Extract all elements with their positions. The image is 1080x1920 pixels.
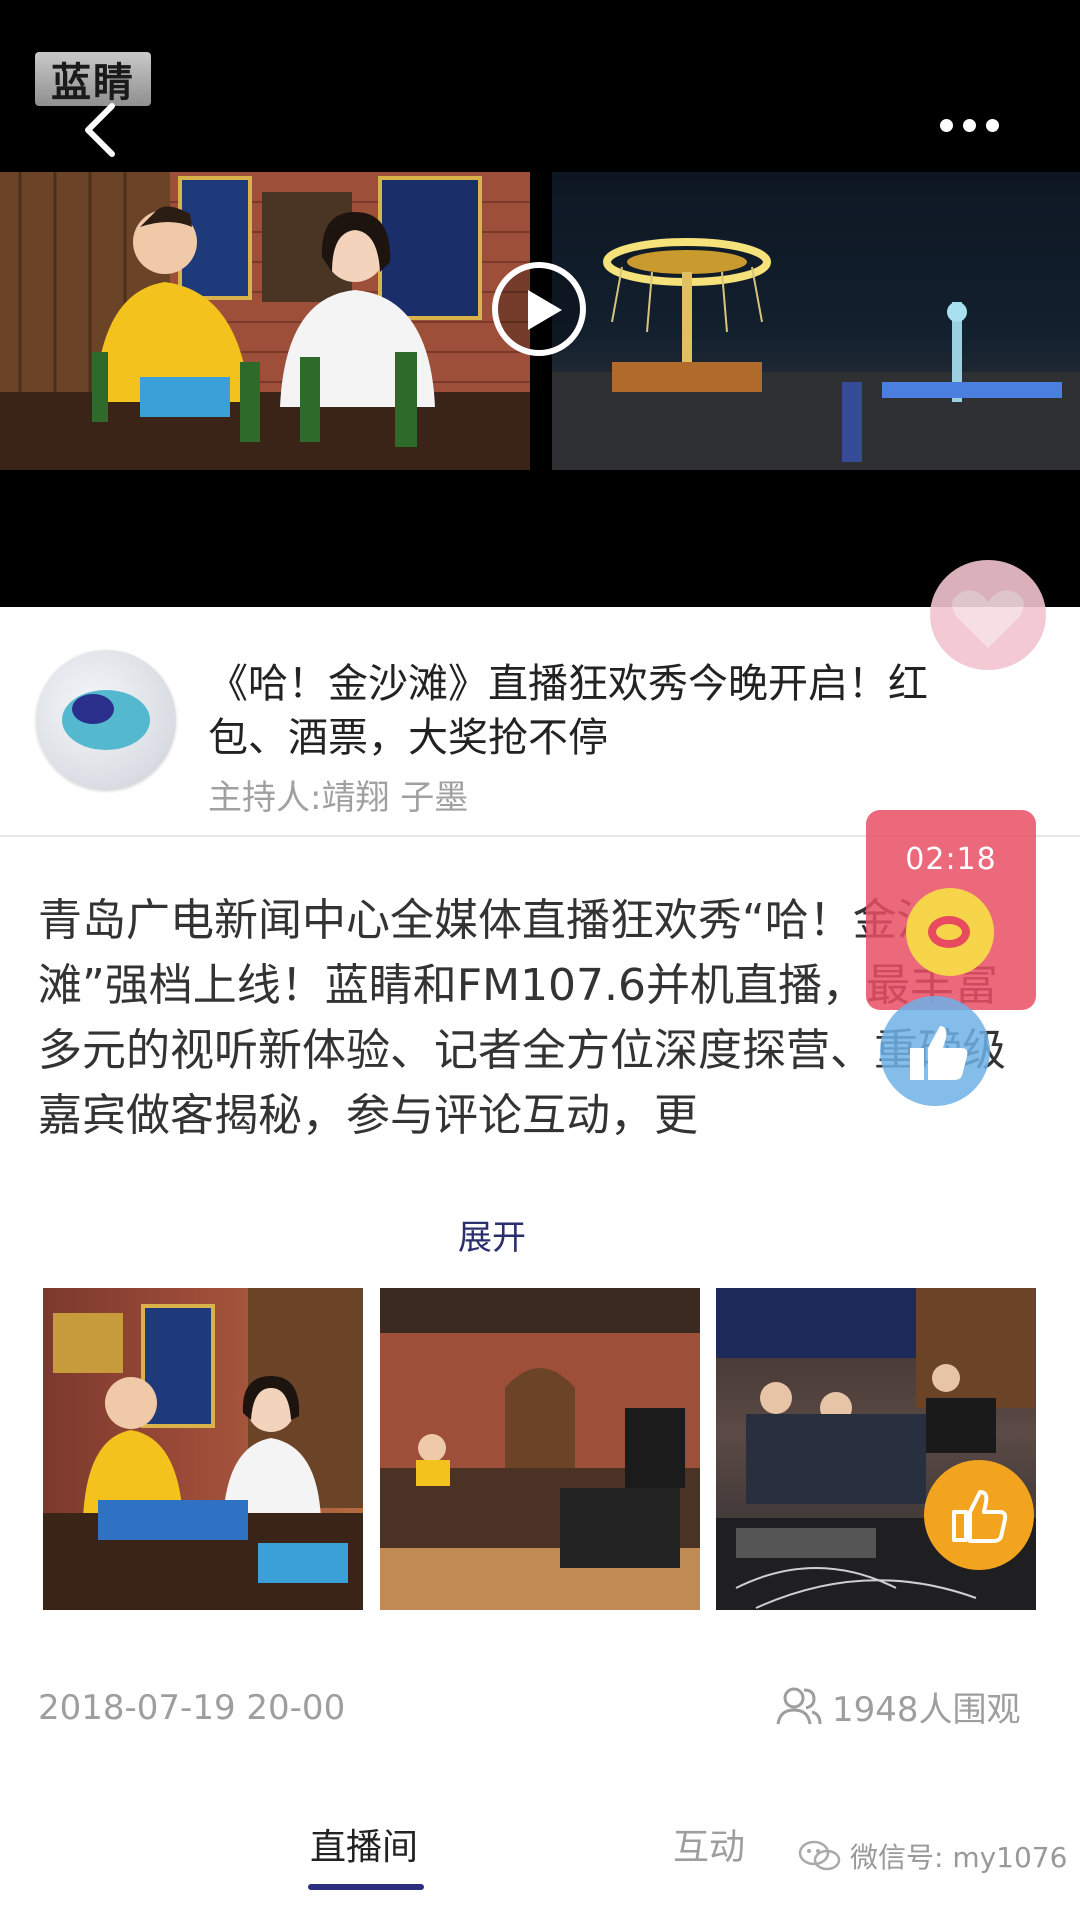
video-scene-studio: [0, 172, 530, 470]
expand-link[interactable]: 展开: [458, 1210, 526, 1259]
live-title: 《哈！金沙滩》直播狂欢秀今晚开启！红包、酒票，大奖抢不停: [208, 661, 928, 761]
gallery-photo[interactable]: [380, 1288, 700, 1610]
chevron-left-icon: [85, 103, 115, 157]
video-player[interactable]: 蓝睛: [0, 0, 1080, 607]
thumbs-up-icon: [910, 1026, 968, 1080]
tab-live-room[interactable]: 直播间: [310, 1818, 418, 1870]
lanjing-logo-icon: [906, 888, 994, 976]
countdown-timer: 02:18: [905, 842, 997, 877]
wechat-icon: [798, 1840, 841, 1871]
video-scene-carnival: [552, 172, 1080, 470]
live-datetime: 2018-07-19 20-00: [38, 1688, 346, 1728]
more-button[interactable]: [940, 110, 1014, 140]
watermark-logo: 蓝睛: [35, 52, 151, 106]
photo-gallery: [43, 1288, 1037, 1610]
more-dots-icon: [940, 118, 953, 132]
carnival-illustration: [552, 238, 1080, 470]
play-icon: [528, 290, 562, 330]
thumbs-up-icon: [952, 1490, 1008, 1543]
active-tab-indicator: [308, 1884, 424, 1890]
float-like-button[interactable]: [880, 996, 990, 1106]
float-heart-button[interactable]: [930, 560, 1046, 670]
users-icon: [776, 1687, 822, 1725]
hosts-label: 主持人:靖翔 子墨: [208, 778, 469, 818]
wechat-watermark: 微信号: my1076: [798, 1836, 1067, 1876]
countdown-widget[interactable]: 02:18: [866, 810, 1036, 1010]
channel-avatar[interactable]: [36, 650, 176, 790]
play-button[interactable]: [492, 262, 586, 356]
gallery-photo-hosts: [43, 1288, 363, 1610]
gallery-photo[interactable]: [43, 1288, 363, 1610]
heart-icon: [952, 590, 1024, 648]
studio-illustration: [0, 172, 530, 470]
viewer-count-label: 1948人围观: [832, 1689, 1021, 1730]
viewer-count: 1948人围观: [776, 1684, 1021, 1730]
wechat-id-label: 微信号: my1076: [850, 1841, 1068, 1874]
tab-interaction[interactable]: 互动: [673, 1818, 745, 1870]
like-button[interactable]: [924, 1460, 1034, 1570]
back-button[interactable]: [80, 102, 120, 158]
gallery-photo-studio: [380, 1288, 700, 1610]
